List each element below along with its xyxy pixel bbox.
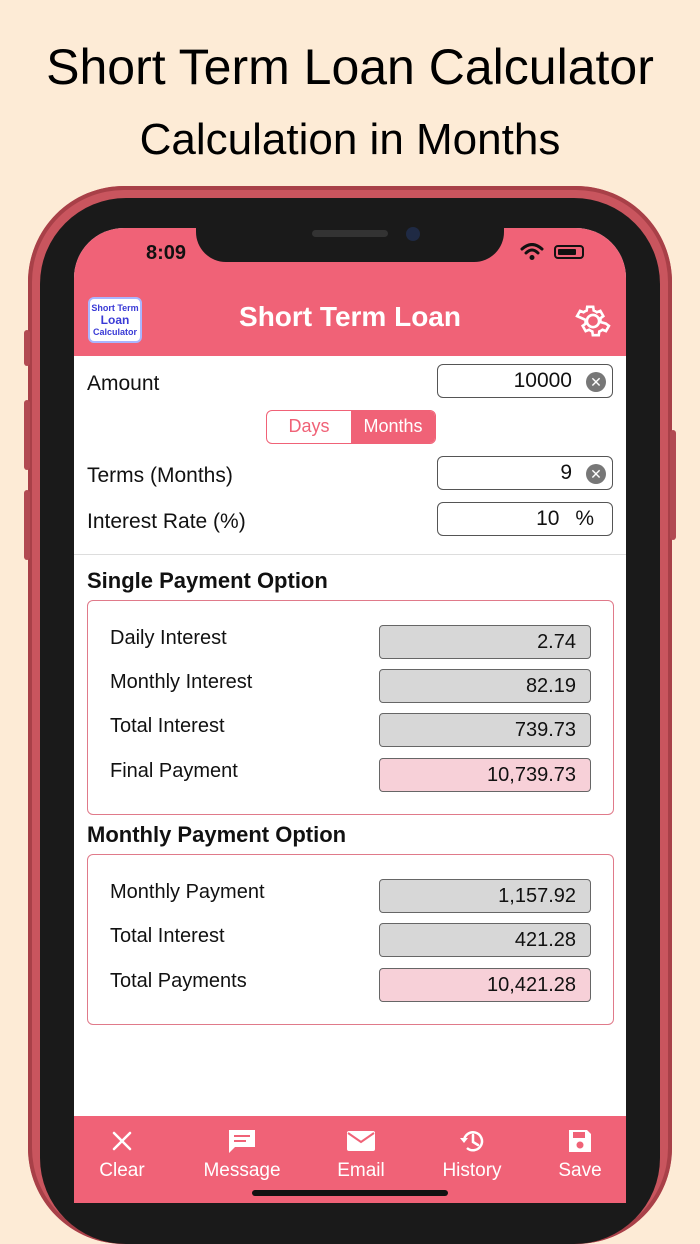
terms-input[interactable]: 9 ✕ (437, 456, 613, 490)
email-button[interactable]: Email (306, 1126, 416, 1182)
front-camera (406, 227, 420, 241)
monthly-payment-title: Monthly Payment Option (87, 822, 347, 847)
status-icons (520, 243, 584, 261)
amount-row: Amount 10000 ✕ (74, 364, 626, 404)
history-icon (460, 1131, 484, 1152)
total-interest-value: 739.73 (379, 713, 591, 747)
single-payment-title: Single Payment Option (87, 568, 328, 593)
volume-down-button (24, 490, 30, 560)
single-payment-card: Daily Interest 2.74 Monthly Interest 82.… (87, 600, 614, 815)
daily-interest-label: Daily Interest (110, 627, 227, 649)
history-button[interactable]: History (417, 1126, 527, 1182)
rate-unit: % (575, 507, 594, 530)
term-unit-segmented-control: Days Months (266, 410, 436, 444)
status-time: 8:09 (146, 242, 187, 264)
save-icon (569, 1130, 591, 1152)
result-row: Total Interest 421.28 (88, 923, 615, 957)
amount-input[interactable]: 10000 ✕ (437, 364, 613, 398)
save-label: Save (558, 1160, 602, 1181)
clear-terms-icon[interactable]: ✕ (586, 464, 606, 484)
email-icon (347, 1131, 375, 1151)
segment-months[interactable]: Months (351, 411, 435, 443)
mute-switch (24, 330, 30, 366)
message-icon (229, 1130, 255, 1153)
monthly-interest-label: Monthly Interest (110, 671, 253, 693)
message-label: Message (203, 1160, 281, 1181)
result-row: Total Payments 10,421.28 (88, 968, 615, 1002)
monthly-total-interest-value: 421.28 (379, 923, 591, 957)
result-row: Monthly Payment 1,157.92 (88, 879, 615, 913)
clear-amount-icon[interactable]: ✕ (586, 372, 606, 392)
rate-row: Interest Rate (%) 10 % (74, 502, 626, 542)
email-label: Email (337, 1160, 385, 1181)
power-button (670, 430, 676, 540)
monthly-interest-value: 82.19 (379, 669, 591, 703)
page-title: Short Term Loan (239, 301, 461, 332)
final-payment-value: 10,739.73 (379, 758, 591, 792)
gear-icon[interactable] (572, 300, 614, 342)
monthly-payment-value: 1,157.92 (379, 879, 591, 913)
result-row: Daily Interest 2.74 (88, 625, 615, 659)
battery-icon (554, 245, 584, 259)
promo-title: Short Term Loan Calculator (46, 39, 654, 95)
terms-label: Terms (Months) (87, 464, 233, 487)
result-row: Total Interest 739.73 (88, 713, 615, 747)
monthly-payment-label: Monthly Payment (110, 881, 265, 903)
volume-up-button (24, 400, 30, 470)
amount-label: Amount (87, 372, 160, 395)
final-payment-label: Final Payment (110, 760, 238, 782)
daily-interest-value: 2.74 (379, 625, 591, 659)
wifi-icon (520, 243, 544, 260)
close-icon (112, 1131, 132, 1151)
rate-label: Interest Rate (%) (87, 510, 246, 533)
monthly-payment-card: Monthly Payment 1,157.92 Total Interest … (87, 854, 614, 1025)
terms-value: 9 (560, 461, 572, 484)
clear-button[interactable]: Clear (74, 1126, 177, 1182)
result-row: Final Payment 10,739.73 (88, 758, 615, 792)
total-payments-value: 10,421.28 (379, 968, 591, 1002)
home-indicator[interactable] (252, 1190, 448, 1196)
total-payments-label: Total Payments (110, 970, 247, 992)
terms-row: Terms (Months) 9 ✕ (74, 456, 626, 496)
rate-input[interactable]: 10 % (437, 502, 613, 536)
monthly-total-interest-label: Total Interest (110, 925, 225, 947)
save-button[interactable]: Save (525, 1126, 626, 1182)
amount-value: 10000 (513, 369, 572, 392)
promo-subtitle: Calculation in Months (139, 115, 561, 164)
result-row: Monthly Interest 82.19 (88, 669, 615, 703)
total-interest-label: Total Interest (110, 715, 225, 737)
rate-value: 10 (536, 507, 560, 530)
message-button[interactable]: Message (187, 1126, 297, 1182)
app-screen: 8:09 Short Term Loan Calculator Short Te… (74, 228, 626, 1203)
clear-label: Clear (99, 1160, 145, 1181)
earpiece-speaker (312, 230, 388, 237)
history-label: History (442, 1160, 502, 1181)
segment-days[interactable]: Days (267, 411, 351, 443)
nav-bar: Short Term Loan Calculator Short Term Lo… (74, 278, 626, 356)
section-divider (74, 554, 626, 555)
